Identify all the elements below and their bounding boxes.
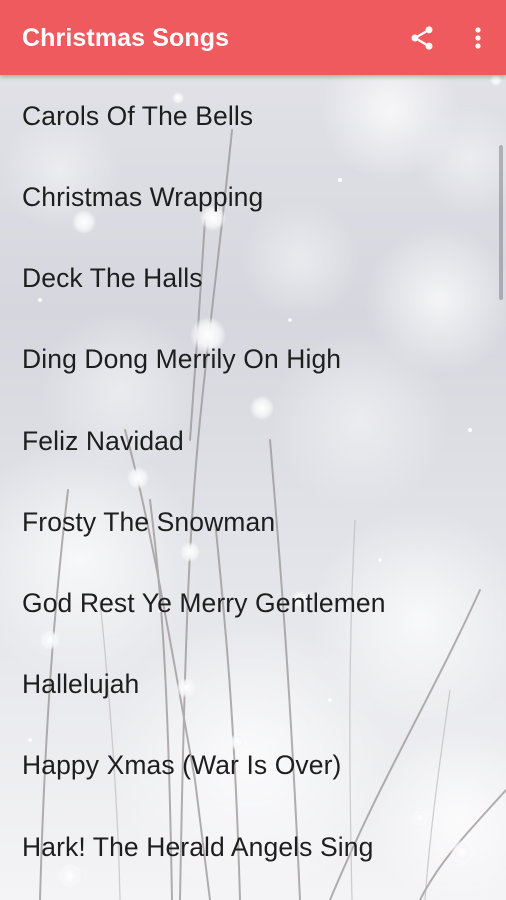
song-title: Christmas Wrapping [22,182,264,213]
share-button[interactable] [400,16,444,60]
list-scrollbar[interactable] [499,145,503,300]
song-list-item[interactable]: God Rest Ye Merry Gentlemen [0,563,506,644]
song-list-item[interactable]: Hark! The Herald Angels Sing [0,807,506,888]
song-list-item[interactable]: Frosty The Snowman [0,482,506,563]
share-icon [411,26,433,50]
song-list-item[interactable]: Feliz Navidad [0,401,506,482]
song-title: Deck The Halls [22,263,203,294]
song-list-item[interactable]: Christmas Wrapping [0,157,506,238]
song-list: Carols Of The Bells Christmas Wrapping D… [0,75,506,900]
song-list-item[interactable]: Carols Of The Bells [0,75,506,157]
song-list-item[interactable]: Ding Dong Merrily On High [0,319,506,400]
screen: Christmas Songs Carols Of The Bells Chri… [0,0,506,900]
app-bar: Christmas Songs [0,0,506,75]
song-title: Frosty The Snowman [22,506,276,537]
song-list-item[interactable]: Deck The Halls [0,238,506,319]
song-title: Hallelujah [22,669,140,700]
song-title: Feliz Navidad [22,425,184,456]
more-vert-icon [475,27,481,49]
more-options-button[interactable] [456,16,500,60]
song-title: Carols Of The Bells [22,100,254,131]
song-title: God Rest Ye Merry Gentlemen [22,588,386,619]
song-title: Hark! The Herald Angels Sing [22,831,374,862]
song-list-item[interactable]: Hallelujah [0,644,506,725]
song-list-item[interactable]: Happy Xmas (War Is Over) [0,725,506,806]
song-title: Happy Xmas (War Is Over) [22,750,342,781]
app-title: Christmas Songs [22,24,230,52]
song-title: Ding Dong Merrily On High [22,344,342,375]
